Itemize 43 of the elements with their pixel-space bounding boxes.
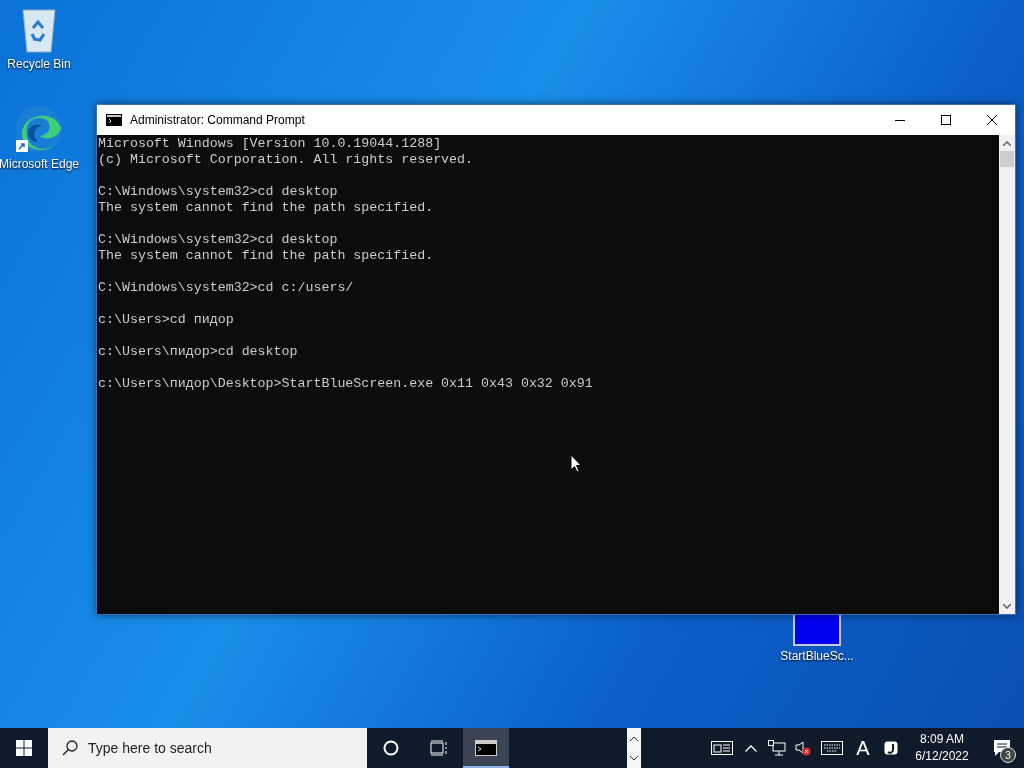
console-line: c:\Users\пидор>cd desktop [98,344,299,360]
notification-count: 3 [1000,747,1016,763]
console-line: C:\Windows\system32>cd c:/users/ [98,280,355,296]
chevron-up-icon [1003,140,1011,146]
terminal-icon [106,114,122,126]
maximize-icon [941,115,951,125]
close-icon [987,115,997,125]
network-icon [768,740,786,756]
notifications-button[interactable]: 3 [980,728,1024,768]
muted-speaker-icon [795,740,811,756]
console-line: c:\Users\пидор\Desktop>StartBlueScreen.exe 0x11 0x43 0x32 0x91 [98,376,594,392]
desktop-icon-label[interactable]: StartBlueSc... [780,649,854,664]
minimize-icon [895,119,905,121]
chevron-up-icon[interactable] [630,735,638,741]
search-icon [62,740,78,756]
console-line: The system cannot find the path specified. [98,248,435,264]
console-line: The system cannot find the path specified. [98,200,435,216]
console-line: c:\Users>cd пидор [98,312,235,328]
newspaper-icon [711,740,733,756]
console-line: C:\Windows\system32>cd desktop [98,184,339,200]
search-field[interactable]: Type here to search [48,728,367,768]
chevron-down-icon [1003,603,1011,609]
terminal-icon [475,740,497,756]
chevron-down-icon[interactable] [630,755,638,761]
desktop-icon-label[interactable]: Microsoft Edge [0,157,80,172]
clock-button[interactable]: 8:09 AM 6/12/2022 [904,728,980,768]
task-view-icon [430,740,448,756]
edge-logo-icon [14,104,64,154]
keyboard-icon [821,741,843,755]
scrollbar-thumb[interactable] [1000,151,1014,167]
recycle-bin-icon [20,6,58,54]
chevron-up-icon [745,744,757,752]
window-title: Administrator: Command Prompt [130,113,306,127]
console-line: (c) Microsoft Corporation. All rights reserved. [98,152,475,168]
windows-logo-icon [16,740,32,756]
console-line: Microsoft Windows [Version 10.0.19044.1288] [98,136,443,152]
circle-icon [383,740,399,756]
mouse-pointer-icon [570,454,582,473]
desktop-icon-label[interactable]: Recycle Bin [7,57,71,72]
rounded-square-icon [884,741,898,755]
taskbar-app-button[interactable] [463,728,509,768]
console-line: C:\Windows\system32>cd desktop [98,232,339,248]
input-language-button[interactable]: A [848,728,878,768]
